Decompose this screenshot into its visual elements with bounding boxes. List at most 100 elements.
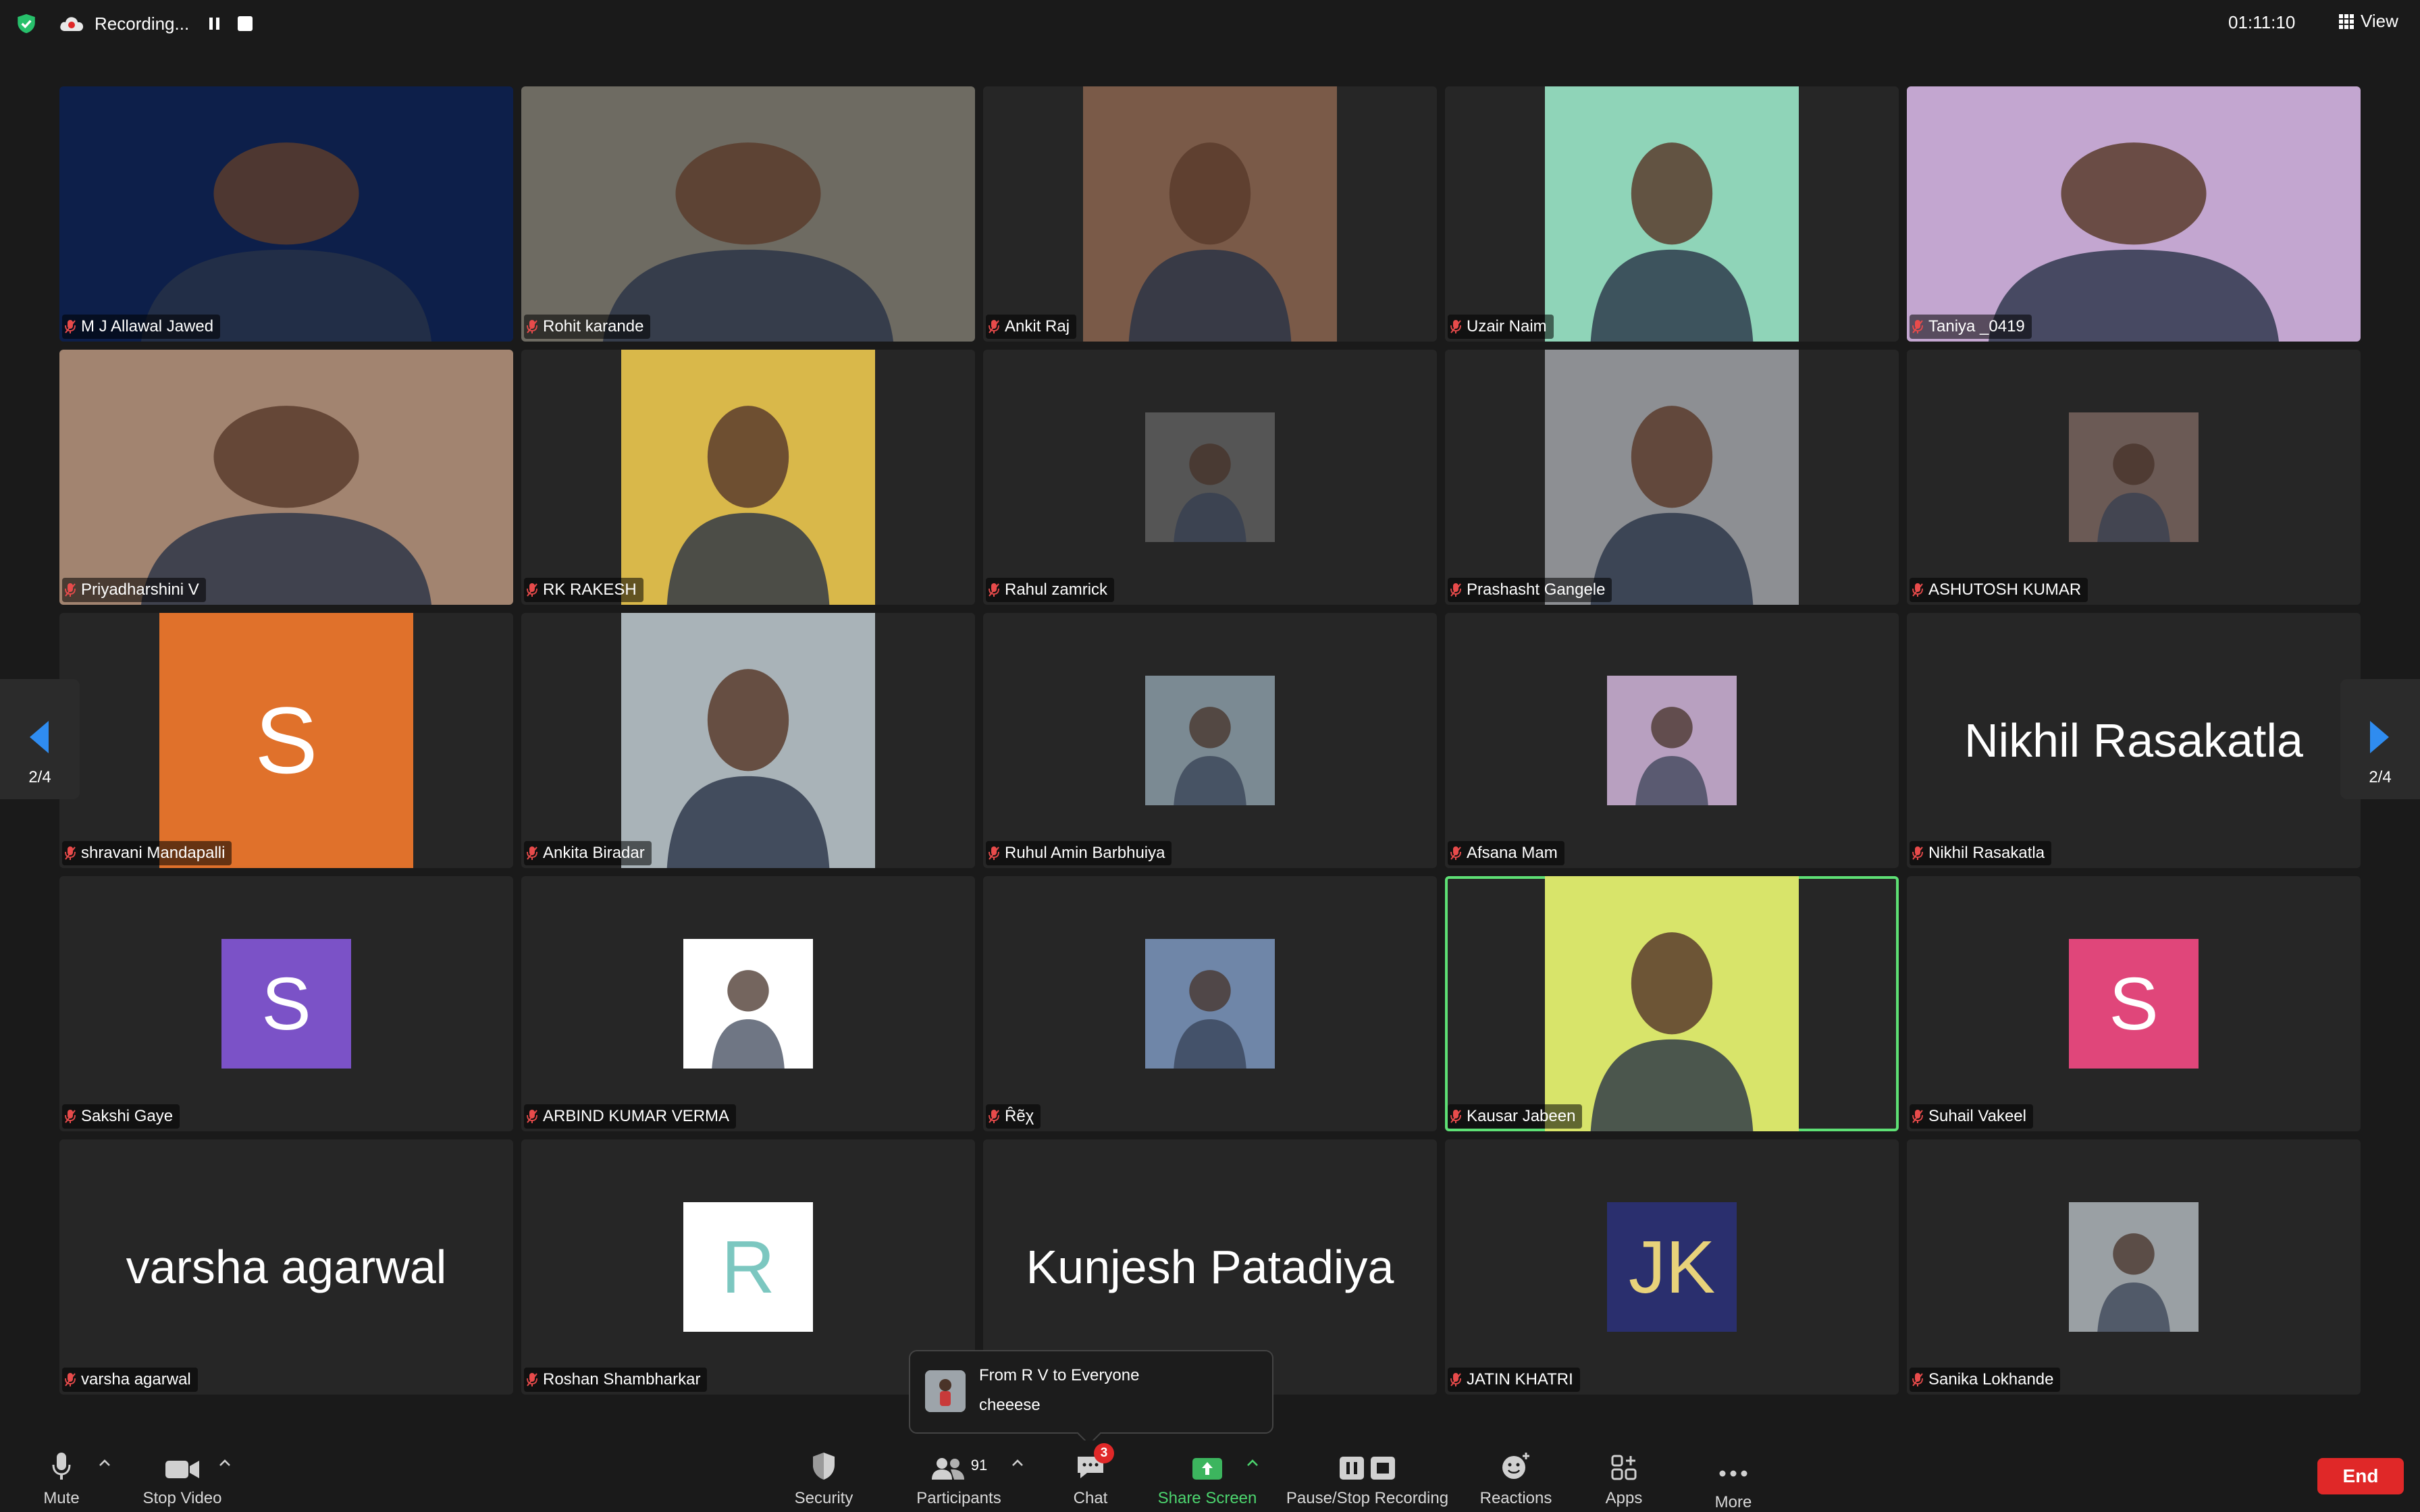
recording-indicator[interactable]: Recording...: [58, 9, 189, 38]
avatar: [1145, 676, 1275, 805]
participant-tile[interactable]: Uzair Naim: [1445, 86, 1899, 342]
participant-count: 91: [970, 1457, 988, 1474]
muted-mic-icon: [989, 846, 999, 860]
stop-recording-icon[interactable]: [238, 16, 253, 31]
view-button[interactable]: View: [2339, 11, 2398, 32]
avatar: [1607, 676, 1737, 805]
participant-tile[interactable]: Rahul zamrick: [983, 350, 1437, 605]
participant-tile[interactable]: Kausar Jabeen: [1445, 876, 1899, 1131]
chat-unread-badge: 3: [1094, 1443, 1114, 1463]
participant-name: Suhail Vakeel: [1928, 1107, 2026, 1125]
participant-tile[interactable]: Sshravani Mandapalli: [59, 613, 513, 868]
muted-mic-icon: [1912, 1373, 1923, 1386]
shield-icon: [813, 1453, 835, 1480]
participant-tile[interactable]: Prashasht Gangele: [1445, 350, 1899, 605]
participant-video: [621, 613, 875, 868]
smiley-plus-icon: [1502, 1453, 1529, 1479]
pause-stop-recording-button[interactable]: Pause/Stop Recording: [1276, 1440, 1458, 1512]
muted-mic-icon: [65, 1373, 76, 1386]
participant-name-label: Priyadharshini V: [62, 578, 206, 602]
chat-button[interactable]: 3 Chat: [1060, 1440, 1121, 1512]
participant-tile[interactable]: Ruhul Amin Barbhuiya: [983, 613, 1437, 868]
participant-name: varsha agarwal: [81, 1370, 191, 1388]
chevron-up-icon[interactable]: [1246, 1458, 1259, 1467]
participant-tile[interactable]: Taniya _0419: [1907, 86, 2361, 342]
stop-video-button[interactable]: Stop Video: [135, 1440, 230, 1512]
chevron-up-icon[interactable]: [1011, 1458, 1024, 1467]
muted-mic-icon: [1912, 320, 1923, 333]
participant-name: Prashasht Gangele: [1467, 580, 1606, 599]
participant-tile[interactable]: R Roshan Shambharkar: [521, 1139, 975, 1395]
participant-video: [1545, 350, 1799, 605]
participant-name-label: Afsana Mam: [1448, 841, 1564, 865]
pause-recording-icon[interactable]: [207, 15, 223, 32]
muted-mic-icon: [65, 320, 76, 333]
participant-tile[interactable]: RK RAKESH: [521, 350, 975, 605]
participant-tile[interactable]: Rohit karande: [521, 86, 975, 342]
security-button[interactable]: Security: [783, 1440, 864, 1512]
pause-stop-recording-label: Pause/Stop Recording: [1286, 1489, 1449, 1507]
avatar-letter: R: [721, 1225, 775, 1309]
muted-mic-icon: [65, 1110, 76, 1123]
participant-tile[interactable]: ARBIND KUMAR VERMA: [521, 876, 975, 1131]
muted-mic-icon: [989, 1110, 999, 1123]
participant-name: Uzair Naim: [1467, 317, 1547, 335]
participant-name-label: Kausar Jabeen: [1448, 1104, 1583, 1129]
apps-button[interactable]: Apps: [1594, 1440, 1654, 1512]
pause-stop-icon: [1340, 1457, 1395, 1480]
participants-icon: [931, 1458, 964, 1480]
top-bar: Recording... 01:11:10 View: [0, 0, 2420, 47]
apps-icon: [1611, 1455, 1637, 1480]
participant-name-label: M J Allawal Jawed: [62, 315, 221, 339]
chevron-up-icon[interactable]: [99, 1458, 111, 1467]
participant-tile[interactable]: M J Allawal Jawed: [59, 86, 513, 342]
more-label: More: [1714, 1493, 1752, 1511]
muted-mic-icon: [65, 583, 76, 597]
participant-display-name: Nikhil Rasakatla: [1964, 714, 2303, 767]
next-page-button[interactable]: 2/4: [2340, 679, 2420, 799]
muted-mic-icon: [989, 320, 999, 333]
video-camera-icon: [165, 1461, 199, 1478]
participant-tile[interactable]: Nikhil Rasakatla Nikhil Rasakatla: [1907, 613, 2361, 868]
grid-view-icon: [2339, 14, 2354, 29]
participant-tile[interactable]: JK JATIN KHATRI: [1445, 1139, 1899, 1395]
share-screen-button[interactable]: Share Screen: [1148, 1440, 1267, 1512]
participant-video: [621, 350, 875, 605]
ellipsis-icon: [1719, 1470, 1747, 1477]
participant-name-label: shravani Mandapalli: [62, 841, 232, 865]
shield-check-icon[interactable]: [15, 12, 38, 35]
page-indicator-right: 2/4: [2369, 768, 2392, 786]
participant-name: shravani Mandapalli: [81, 844, 226, 862]
mute-button[interactable]: Mute: [38, 1440, 85, 1512]
participant-tile[interactable]: S Suhail Vakeel: [1907, 876, 2361, 1131]
participant-tile[interactable]: ASHUTOSH KUMAR: [1907, 350, 2361, 605]
avatar: [1145, 412, 1275, 542]
participant-tile[interactable]: S Sakshi Gaye: [59, 876, 513, 1131]
participant-tile[interactable]: Sanika Lokhande: [1907, 1139, 2361, 1395]
end-meeting-button[interactable]: End: [2317, 1458, 2404, 1494]
reactions-button[interactable]: Reactions: [1472, 1440, 1560, 1512]
chat-notification[interactable]: From R V to Everyone cheeese: [909, 1350, 1273, 1434]
previous-page-button[interactable]: 2/4: [0, 679, 80, 799]
participant-tile[interactable]: Priyadharshini V: [59, 350, 513, 605]
participant-tile[interactable]: Ankita Biradar: [521, 613, 975, 868]
avatar: [2069, 1202, 2199, 1332]
participant-name-label: Nikhil Rasakatla: [1910, 841, 2052, 865]
more-button[interactable]: More: [1703, 1440, 1764, 1512]
participant-name: ASHUTOSH KUMAR: [1928, 580, 2082, 599]
participant-tile[interactable]: Ankit Raj: [983, 86, 1437, 342]
chevron-up-icon[interactable]: [219, 1458, 231, 1467]
microphone-icon: [52, 1453, 71, 1480]
participant-name-label: Ruhul Amin Barbhuiya: [986, 841, 1172, 865]
participant-name: Sakshi Gaye: [81, 1107, 174, 1125]
participants-button[interactable]: 91 Participants: [905, 1440, 1013, 1512]
participant-tile[interactable]: varsha agarwal varsha agarwal: [59, 1139, 513, 1395]
participant-tile[interactable]: Afsana Mam: [1445, 613, 1899, 868]
participant-name: Afsana Mam: [1467, 844, 1558, 862]
participant-name-label: Ankita Biradar: [524, 841, 652, 865]
muted-mic-icon: [1912, 1110, 1923, 1123]
cloud-recording-icon: [60, 17, 84, 31]
chat-label: Chat: [1073, 1489, 1108, 1507]
participant-tile[interactable]: Ȓẽχ: [983, 876, 1437, 1131]
participant-video: [1083, 86, 1337, 342]
